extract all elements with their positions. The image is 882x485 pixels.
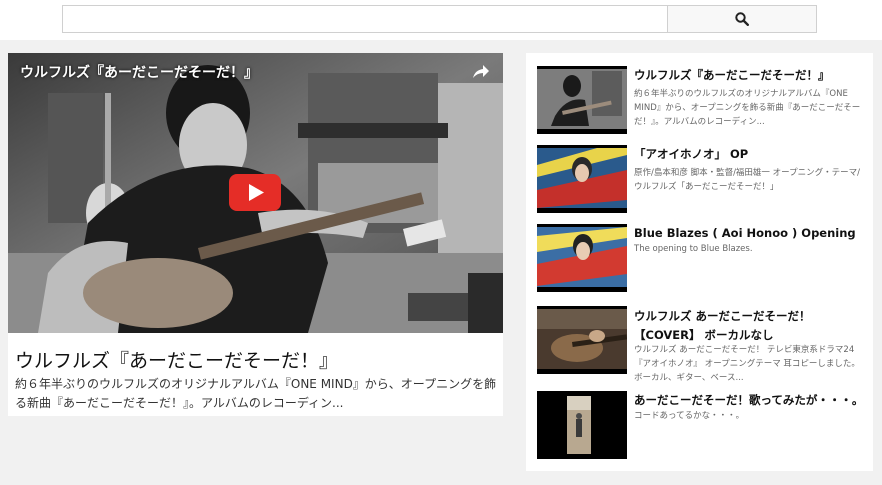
top-bar [0, 0, 882, 40]
search-form [62, 5, 817, 33]
related-video-thumbnail[interactable] [537, 391, 627, 459]
related-videos-list: ウルフルズ『あーだこーだそーだ！』 約６年半ぶりのウルフルズのオリジナルアルバム… [526, 53, 873, 471]
related-video-title[interactable]: Blue Blazes ( Aoi Honoo ) Opening [634, 225, 864, 242]
related-video-item[interactable]: ウルフルズ『あーだこーだそーだ！』 約６年半ぶりのウルフルズのオリジナルアルバム… [537, 66, 867, 136]
search-input[interactable] [62, 5, 667, 33]
share-icon[interactable] [469, 61, 491, 83]
related-video-description: コードあってるかな・・・。 [634, 411, 745, 421]
main-video-card: ウルフルズ『あーだこーだそーだ！』 ウルフルズ『あーだこーだそーだ！』 約６年半… [8, 53, 503, 416]
related-video-description: 約６年半ぶりのウルフルズのオリジナルアルバム『ONE MIND』から、オープニン… [634, 89, 861, 127]
video-player[interactable]: ウルフルズ『あーだこーだそーだ！』 [8, 53, 503, 333]
related-video-item[interactable]: あーだこーだそーだ！歌ってみたが・・・。 コードあってるかな・・・。 [537, 391, 867, 461]
player-title[interactable]: ウルフルズ『あーだこーだそーだ！』 [20, 62, 258, 82]
main-video-title[interactable]: ウルフルズ『あーだこーだそーだ！』 [15, 346, 338, 373]
related-video-item[interactable]: ウルフルズ あーだこーだそーだ！【COVER】 ボーカルなし ウルフルズ あーだ… [537, 306, 867, 383]
related-video-title[interactable]: あーだこーだそーだ！歌ってみたが・・・。 [634, 392, 864, 409]
youtube-play-icon[interactable] [229, 174, 281, 211]
main-video-description: 約６年半ぶりのウルフルズのオリジナルアルバム『ONE MIND』から、オープニン… [15, 377, 497, 410]
related-video-thumbnail[interactable] [537, 224, 627, 292]
related-video-item[interactable]: Blue Blazes ( Aoi Honoo ) Opening The op… [537, 224, 867, 294]
related-video-item[interactable]: 「アオイホノオ」 OP 原作/島本和彦 脚本・監督/福田雄一 オープニング・テー… [537, 145, 867, 215]
search-icon [735, 12, 749, 26]
related-video-description: 原作/島本和彦 脚本・監督/福田雄一 オープニング・テーマ/ウルフルズ「あーだこ… [634, 168, 860, 192]
related-video-title[interactable]: ウルフルズ あーだこーだそーだ！【COVER】 ボーカルなし [634, 307, 864, 345]
related-video-thumbnail[interactable] [537, 66, 627, 134]
related-video-title[interactable]: 「アオイホノオ」 OP [634, 146, 864, 163]
related-video-title[interactable]: ウルフルズ『あーだこーだそーだ！』 [634, 67, 864, 84]
search-button[interactable] [667, 5, 817, 33]
related-video-thumbnail[interactable] [537, 145, 627, 213]
related-video-description: ウルフルズ あーだこーだそーだ！ テレビ東京系ドラマ24『アオイホノオ』 オープ… [634, 345, 860, 383]
related-video-description: The opening to Blue Blazes. [634, 244, 753, 254]
related-video-thumbnail[interactable] [537, 306, 627, 374]
